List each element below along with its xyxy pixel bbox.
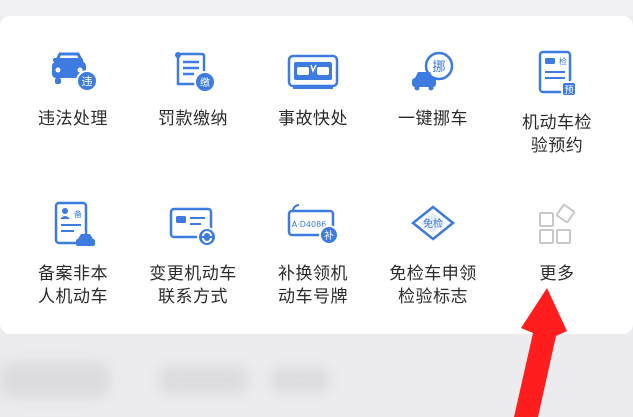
red-arrow-annotation [514, 288, 567, 417]
